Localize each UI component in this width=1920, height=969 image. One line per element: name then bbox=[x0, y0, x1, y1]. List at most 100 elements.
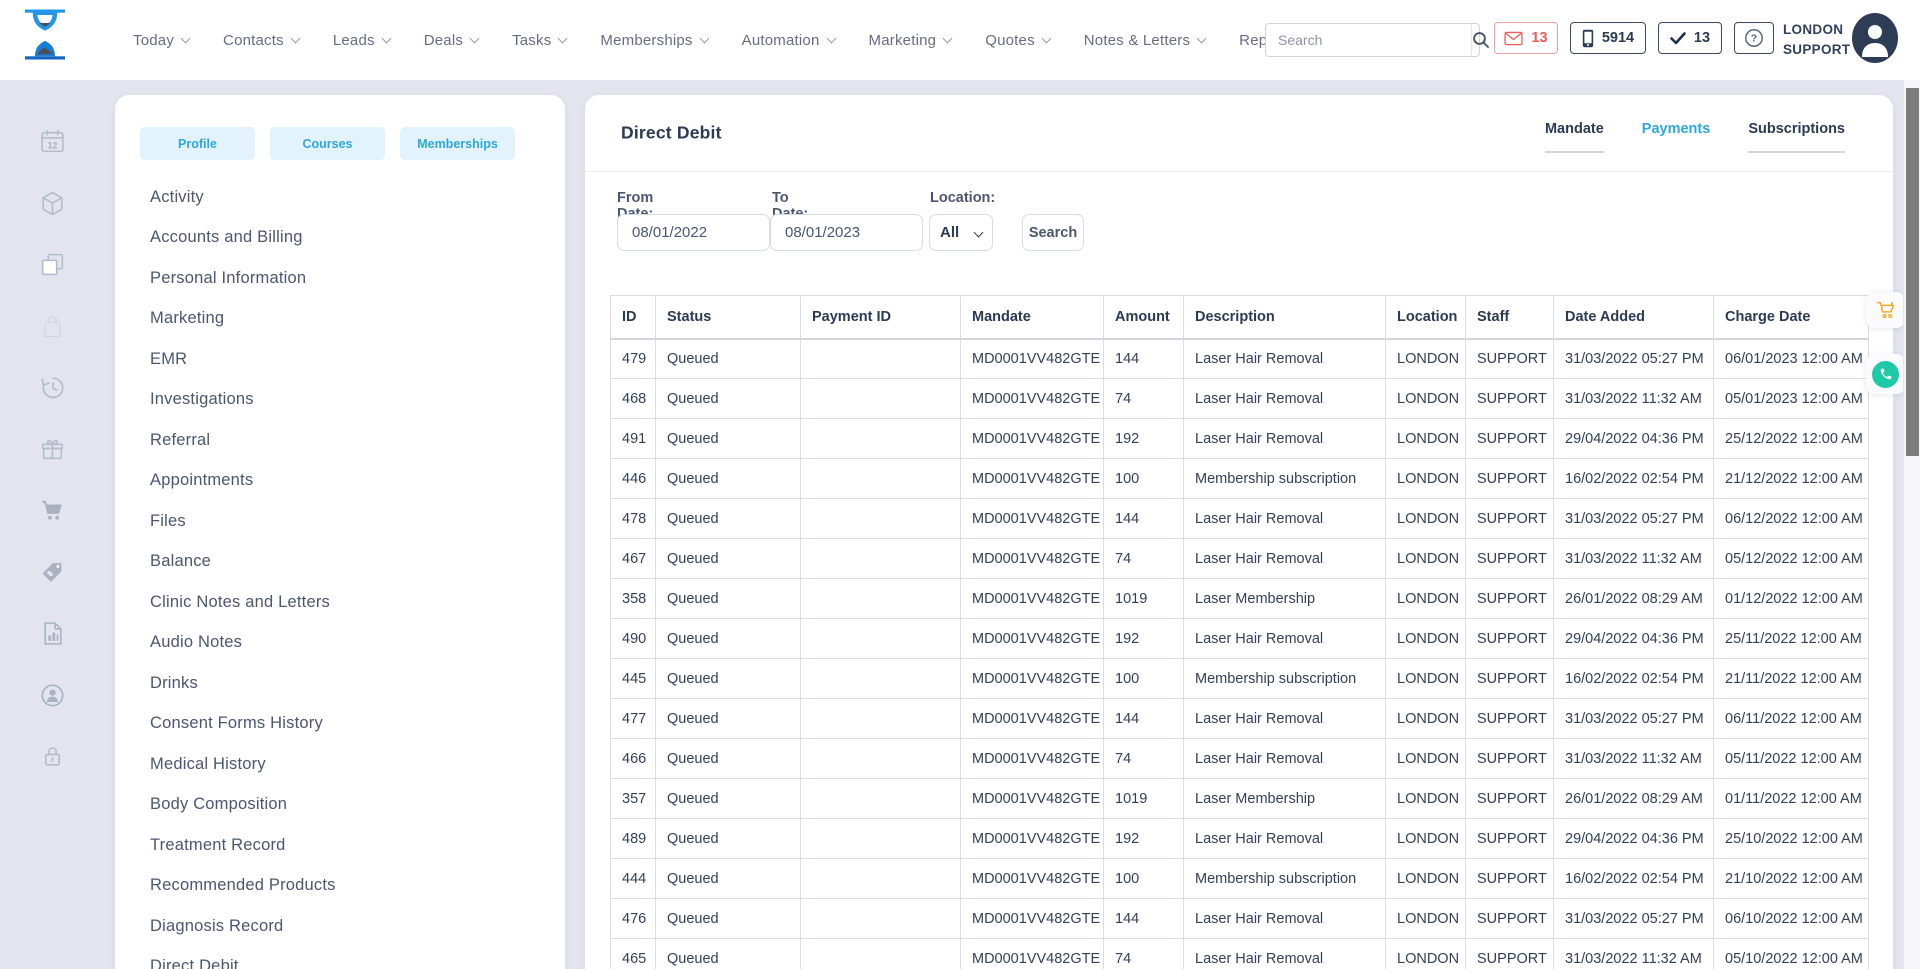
column-header-mandate: Mandate bbox=[961, 296, 1104, 339]
table-row[interactable]: 357QueuedMD0001VV482GTE1019Laser Members… bbox=[611, 779, 1869, 819]
help-button[interactable]: ? bbox=[1734, 22, 1774, 54]
mail-notifications-button[interactable]: 13 bbox=[1494, 22, 1558, 54]
app-logo-hourglass-icon[interactable] bbox=[25, 7, 65, 62]
sidebar-item-consent-forms-history[interactable]: Consent Forms History bbox=[150, 704, 545, 745]
sidebar-item-investigations[interactable]: Investigations bbox=[150, 380, 545, 421]
cell-status: Queued bbox=[656, 459, 801, 499]
cell-id: 491 bbox=[611, 419, 656, 459]
table-row[interactable]: 489QueuedMD0001VV482GTE192Laser Hair Rem… bbox=[611, 819, 1869, 859]
cell-payment-id bbox=[801, 859, 961, 899]
sidebar-item-appointments[interactable]: Appointments bbox=[150, 461, 545, 502]
location-select[interactable]: All bbox=[929, 214, 993, 251]
cell-description: Laser Hair Removal bbox=[1184, 899, 1386, 939]
app: Today Contacts Leads Deals Tasks Memberships A… bbox=[0, 0, 1920, 969]
nav-item-contacts[interactable]: Contacts bbox=[223, 32, 299, 49]
nav-item-deals[interactable]: Deals bbox=[424, 32, 478, 49]
table-row[interactable]: 466QueuedMD0001VV482GTE74Laser Hair Remo… bbox=[611, 739, 1869, 779]
table-row[interactable]: 465QueuedMD0001VV482GTE74Laser Hair Remo… bbox=[611, 939, 1869, 969]
user-avatar[interactable] bbox=[1852, 13, 1898, 63]
sidebar-item-balance[interactable]: Balance bbox=[150, 542, 545, 583]
search-submit-button[interactable] bbox=[1471, 24, 1490, 56]
sidebar-item-files[interactable]: Files bbox=[150, 501, 545, 542]
floating-call-button[interactable] bbox=[1866, 354, 1905, 394]
sidebar-item-accounts-and-billing[interactable]: Accounts and Billing bbox=[150, 218, 545, 259]
table-row[interactable]: 476QueuedMD0001VV482GTE144Laser Hair Rem… bbox=[611, 899, 1869, 939]
nav-item-today[interactable]: Today bbox=[133, 32, 189, 49]
cell-id: 465 bbox=[611, 939, 656, 969]
scrollbar-thumb[interactable] bbox=[1906, 88, 1919, 456]
cell-mandate: MD0001VV482GTE bbox=[961, 819, 1104, 859]
sidebar-item-medical-history[interactable]: Medical History bbox=[150, 744, 545, 785]
nav-item-marketing[interactable]: Marketing bbox=[869, 32, 952, 49]
cell-staff: SUPPORT bbox=[1466, 859, 1554, 899]
floating-cart-button[interactable] bbox=[1866, 292, 1905, 328]
sidebar-item-referral[interactable]: Referral bbox=[150, 420, 545, 461]
to-date-input[interactable] bbox=[770, 214, 923, 251]
nav-item-tasks[interactable]: Tasks bbox=[512, 32, 566, 49]
rail-calendar-button[interactable]: 12 bbox=[0, 111, 104, 173]
rail-cart-button[interactable] bbox=[0, 480, 104, 542]
table-row[interactable]: 467QueuedMD0001VV482GTE74Laser Hair Remo… bbox=[611, 539, 1869, 579]
payments-table: IDStatusPayment IDMandateAmountDescripti… bbox=[610, 295, 1869, 969]
sidebar-item-activity[interactable]: Activity bbox=[150, 177, 545, 218]
rail-products-button[interactable] bbox=[0, 173, 104, 235]
table-row[interactable]: 478QueuedMD0001VV482GTE144Laser Hair Rem… bbox=[611, 499, 1869, 539]
sidebar-item-direct-debit[interactable]: Direct Debit bbox=[150, 947, 545, 969]
sidebar-item-audio-notes[interactable]: Audio Notes bbox=[150, 623, 545, 664]
cell-staff: SUPPORT bbox=[1466, 579, 1554, 619]
tab-courses[interactable]: Courses bbox=[270, 127, 385, 160]
cell-charge-date: 06/11/2022 12:00 AM bbox=[1714, 699, 1869, 739]
cell-date-added: 29/04/2022 04:36 PM bbox=[1554, 819, 1714, 859]
nav-item-leads[interactable]: Leads bbox=[333, 32, 390, 49]
table-row[interactable]: 444QueuedMD0001VV482GTE100Membership sub… bbox=[611, 859, 1869, 899]
nav-item-notes-letters[interactable]: Notes & Letters bbox=[1084, 32, 1205, 49]
rail-client-button[interactable] bbox=[0, 665, 104, 727]
table-row[interactable]: 468QueuedMD0001VV482GTE74Laser Hair Remo… bbox=[611, 379, 1869, 419]
cell-amount: 74 bbox=[1104, 539, 1184, 579]
sidebar-item-personal-information[interactable]: Personal Information bbox=[150, 258, 545, 299]
cell-payment-id bbox=[801, 619, 961, 659]
sidebar-item-treatment-record[interactable]: Treatment Record bbox=[150, 825, 545, 866]
nav-item-quotes[interactable]: Quotes bbox=[985, 32, 1050, 49]
sidebar-item-body-composition[interactable]: Body Composition bbox=[150, 785, 545, 826]
rail-pricing-button[interactable]: $ bbox=[0, 542, 104, 604]
table-row[interactable]: 446QueuedMD0001VV482GTE100Membership sub… bbox=[611, 459, 1869, 499]
table-row[interactable]: 490QueuedMD0001VV482GTE192Laser Hair Rem… bbox=[611, 619, 1869, 659]
tasks-done-button[interactable]: 13 bbox=[1658, 22, 1722, 54]
rail-gift-button[interactable] bbox=[0, 419, 104, 481]
rail-reports-button[interactable] bbox=[0, 603, 104, 665]
search-input[interactable] bbox=[1266, 24, 1471, 56]
tab-profile[interactable]: Profile bbox=[140, 127, 255, 160]
cell-mandate: MD0001VV482GTE bbox=[961, 659, 1104, 699]
sidebar-item-clinic-notes-and-letters[interactable]: Clinic Notes and Letters bbox=[150, 582, 545, 623]
table-row[interactable]: 445QueuedMD0001VV482GTE100Membership sub… bbox=[611, 659, 1869, 699]
from-date-input[interactable] bbox=[617, 214, 770, 251]
tab-memberships[interactable]: Memberships bbox=[400, 127, 515, 160]
nav-item-automation[interactable]: Automation bbox=[742, 32, 835, 49]
rail-security-button[interactable] bbox=[0, 726, 104, 788]
table-row[interactable]: 479QueuedMD0001VV482GTE144Laser Hair Rem… bbox=[611, 339, 1869, 379]
tab-mandate[interactable]: Mandate bbox=[1545, 121, 1604, 153]
table-row[interactable]: 491QueuedMD0001VV482GTE192Laser Hair Rem… bbox=[611, 419, 1869, 459]
sidebar-item-drinks[interactable]: Drinks bbox=[150, 663, 545, 704]
vertical-scrollbar[interactable] bbox=[1903, 80, 1920, 969]
main-nav: Today Contacts Leads Deals Tasks Memberships A… bbox=[133, 0, 1375, 80]
filter-search-button[interactable]: Search bbox=[1022, 214, 1084, 251]
nav-item-memberships[interactable]: Memberships bbox=[600, 32, 707, 49]
tab-subscriptions[interactable]: Subscriptions bbox=[1748, 121, 1845, 153]
cell-payment-id bbox=[801, 379, 961, 419]
rail-history-button[interactable] bbox=[0, 357, 104, 419]
cell-status: Queued bbox=[656, 659, 801, 699]
sidebar-item-recommended-products[interactable]: Recommended Products bbox=[150, 866, 545, 907]
tab-payments[interactable]: Payments bbox=[1642, 121, 1711, 153]
table-row[interactable]: 358QueuedMD0001VV482GTE1019Laser Members… bbox=[611, 579, 1869, 619]
rail-duplicates-button[interactable] bbox=[0, 234, 104, 296]
chevron-down-icon bbox=[290, 33, 300, 43]
rail-shopping-bag-button[interactable] bbox=[0, 296, 104, 358]
sidebar-item-emr[interactable]: EMR bbox=[150, 339, 545, 380]
cell-id: 446 bbox=[611, 459, 656, 499]
table-row[interactable]: 477QueuedMD0001VV482GTE144Laser Hair Rem… bbox=[611, 699, 1869, 739]
phone-notifications-button[interactable]: 5914 bbox=[1570, 22, 1646, 54]
sidebar-item-diagnosis-record[interactable]: Diagnosis Record bbox=[150, 906, 545, 947]
sidebar-item-marketing[interactable]: Marketing bbox=[150, 299, 545, 340]
